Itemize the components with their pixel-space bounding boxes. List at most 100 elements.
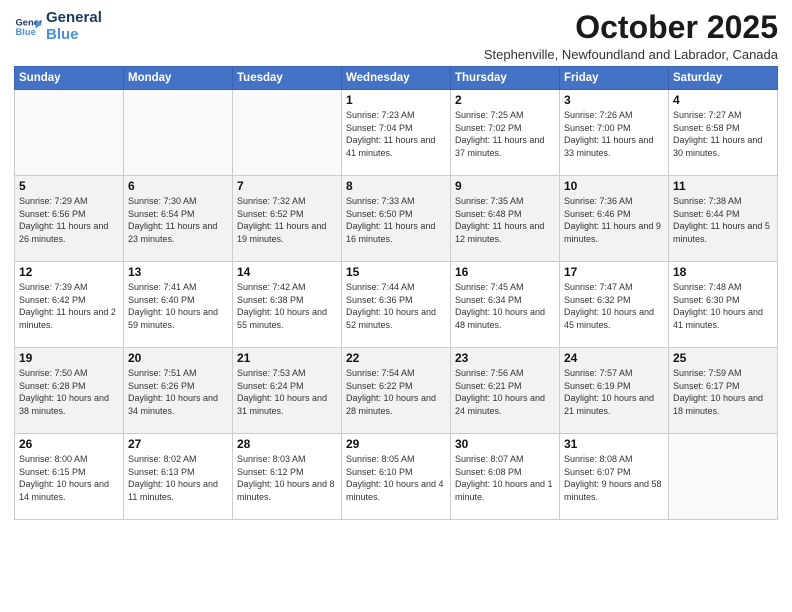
week-row-2: 5 Sunrise: 7:29 AM Sunset: 6:56 PM Daylig… bbox=[15, 176, 778, 262]
day-info: Sunrise: 7:41 AM Sunset: 6:40 PM Dayligh… bbox=[128, 281, 228, 331]
col-saturday: Saturday bbox=[669, 67, 778, 90]
day-info: Sunrise: 7:47 AM Sunset: 6:32 PM Dayligh… bbox=[564, 281, 664, 331]
day-number: 23 bbox=[455, 351, 555, 365]
col-monday: Monday bbox=[124, 67, 233, 90]
day-number: 10 bbox=[564, 179, 664, 193]
day-info: Sunrise: 7:23 AM Sunset: 7:04 PM Dayligh… bbox=[346, 109, 446, 159]
day-info: Sunrise: 7:57 AM Sunset: 6:19 PM Dayligh… bbox=[564, 367, 664, 417]
day-cell: 17 Sunrise: 7:47 AM Sunset: 6:32 PM Dayli… bbox=[560, 262, 669, 348]
subtitle: Stephenville, Newfoundland and Labrador,… bbox=[484, 47, 778, 62]
day-info: Sunrise: 8:00 AM Sunset: 6:15 PM Dayligh… bbox=[19, 453, 119, 503]
day-cell: 11 Sunrise: 7:38 AM Sunset: 6:44 PM Dayli… bbox=[669, 176, 778, 262]
day-info: Sunrise: 8:02 AM Sunset: 6:13 PM Dayligh… bbox=[128, 453, 228, 503]
svg-text:Blue: Blue bbox=[16, 26, 36, 36]
day-number: 3 bbox=[564, 93, 664, 107]
day-info: Sunrise: 7:27 AM Sunset: 6:58 PM Dayligh… bbox=[673, 109, 773, 159]
col-friday: Friday bbox=[560, 67, 669, 90]
day-number: 19 bbox=[19, 351, 119, 365]
week-row-1: 1 Sunrise: 7:23 AM Sunset: 7:04 PM Daylig… bbox=[15, 90, 778, 176]
day-cell: 31 Sunrise: 8:08 AM Sunset: 6:07 PM Dayli… bbox=[560, 434, 669, 520]
col-sunday: Sunday bbox=[15, 67, 124, 90]
day-info: Sunrise: 8:05 AM Sunset: 6:10 PM Dayligh… bbox=[346, 453, 446, 503]
day-cell bbox=[669, 434, 778, 520]
day-number: 12 bbox=[19, 265, 119, 279]
day-number: 20 bbox=[128, 351, 228, 365]
day-number: 16 bbox=[455, 265, 555, 279]
day-number: 8 bbox=[346, 179, 446, 193]
day-cell bbox=[15, 90, 124, 176]
day-cell: 3Sunrise: 7:26 AM Sunset: 7:00 PM Daylig… bbox=[560, 90, 669, 176]
day-cell: 24 Sunrise: 7:57 AM Sunset: 6:19 PM Dayli… bbox=[560, 348, 669, 434]
day-cell: 27 Sunrise: 8:02 AM Sunset: 6:13 PM Dayli… bbox=[124, 434, 233, 520]
day-info: Sunrise: 7:35 AM Sunset: 6:48 PM Dayligh… bbox=[455, 195, 555, 245]
day-number: 21 bbox=[237, 351, 337, 365]
day-number: 14 bbox=[237, 265, 337, 279]
day-cell: 19 Sunrise: 7:50 AM Sunset: 6:28 PM Dayli… bbox=[15, 348, 124, 434]
day-cell: 15 Sunrise: 7:44 AM Sunset: 6:36 PM Dayli… bbox=[342, 262, 451, 348]
day-info: Sunrise: 8:07 AM Sunset: 6:08 PM Dayligh… bbox=[455, 453, 555, 503]
logo-text: General Blue bbox=[46, 10, 102, 43]
day-cell: 10 Sunrise: 7:36 AM Sunset: 6:46 PM Dayli… bbox=[560, 176, 669, 262]
day-number: 18 bbox=[673, 265, 773, 279]
day-cell bbox=[124, 90, 233, 176]
day-number: 17 bbox=[564, 265, 664, 279]
day-info: Sunrise: 7:45 AM Sunset: 6:34 PM Dayligh… bbox=[455, 281, 555, 331]
day-info: Sunrise: 8:03 AM Sunset: 6:12 PM Dayligh… bbox=[237, 453, 337, 503]
day-cell: 29 Sunrise: 8:05 AM Sunset: 6:10 PM Dayli… bbox=[342, 434, 451, 520]
day-number: 5 bbox=[19, 179, 119, 193]
day-cell: 14 Sunrise: 7:42 AM Sunset: 6:38 PM Dayli… bbox=[233, 262, 342, 348]
day-number: 31 bbox=[564, 437, 664, 451]
day-cell: 18 Sunrise: 7:48 AM Sunset: 6:30 PM Dayli… bbox=[669, 262, 778, 348]
col-wednesday: Wednesday bbox=[342, 67, 451, 90]
day-cell: 7Sunrise: 7:32 AM Sunset: 6:52 PM Daylig… bbox=[233, 176, 342, 262]
day-cell: 21 Sunrise: 7:53 AM Sunset: 6:24 PM Dayli… bbox=[233, 348, 342, 434]
day-number: 13 bbox=[128, 265, 228, 279]
day-number: 15 bbox=[346, 265, 446, 279]
day-number: 26 bbox=[19, 437, 119, 451]
day-number: 29 bbox=[346, 437, 446, 451]
day-info: Sunrise: 7:29 AM Sunset: 6:56 PM Dayligh… bbox=[19, 195, 119, 245]
week-row-3: 12 Sunrise: 7:39 AM Sunset: 6:42 PM Dayli… bbox=[15, 262, 778, 348]
day-cell: 20Sunrise: 7:51 AM Sunset: 6:26 PM Dayli… bbox=[124, 348, 233, 434]
day-info: Sunrise: 7:50 AM Sunset: 6:28 PM Dayligh… bbox=[19, 367, 119, 417]
calendar: Sunday Monday Tuesday Wednesday Thursday… bbox=[14, 66, 778, 520]
day-cell: 30Sunrise: 8:07 AM Sunset: 6:08 PM Dayli… bbox=[451, 434, 560, 520]
title-block: October 2025 Stephenville, Newfoundland … bbox=[484, 10, 778, 62]
day-number: 22 bbox=[346, 351, 446, 365]
day-cell: 13 Sunrise: 7:41 AM Sunset: 6:40 PM Dayli… bbox=[124, 262, 233, 348]
day-info: Sunrise: 7:30 AM Sunset: 6:54 PM Dayligh… bbox=[128, 195, 228, 245]
day-number: 11 bbox=[673, 179, 773, 193]
col-tuesday: Tuesday bbox=[233, 67, 342, 90]
day-info: Sunrise: 7:59 AM Sunset: 6:17 PM Dayligh… bbox=[673, 367, 773, 417]
day-cell: 26 Sunrise: 8:00 AM Sunset: 6:15 PM Dayli… bbox=[15, 434, 124, 520]
day-cell bbox=[233, 90, 342, 176]
logo-icon: General Blue bbox=[14, 13, 42, 41]
day-cell: 22 Sunrise: 7:54 AM Sunset: 6:22 PM Dayli… bbox=[342, 348, 451, 434]
day-info: Sunrise: 7:32 AM Sunset: 6:52 PM Dayligh… bbox=[237, 195, 337, 245]
day-info: Sunrise: 7:39 AM Sunset: 6:42 PM Dayligh… bbox=[19, 281, 119, 331]
col-thursday: Thursday bbox=[451, 67, 560, 90]
day-number: 24 bbox=[564, 351, 664, 365]
day-cell: 4Sunrise: 7:27 AM Sunset: 6:58 PM Daylig… bbox=[669, 90, 778, 176]
day-info: Sunrise: 7:44 AM Sunset: 6:36 PM Dayligh… bbox=[346, 281, 446, 331]
day-info: Sunrise: 7:48 AM Sunset: 6:30 PM Dayligh… bbox=[673, 281, 773, 331]
calendar-header-row: Sunday Monday Tuesday Wednesday Thursday… bbox=[15, 67, 778, 90]
day-number: 27 bbox=[128, 437, 228, 451]
day-cell: 2Sunrise: 7:25 AM Sunset: 7:02 PM Daylig… bbox=[451, 90, 560, 176]
day-info: Sunrise: 8:08 AM Sunset: 6:07 PM Dayligh… bbox=[564, 453, 664, 503]
day-number: 9 bbox=[455, 179, 555, 193]
day-info: Sunrise: 7:36 AM Sunset: 6:46 PM Dayligh… bbox=[564, 195, 664, 245]
day-info: Sunrise: 7:38 AM Sunset: 6:44 PM Dayligh… bbox=[673, 195, 773, 245]
day-number: 1 bbox=[346, 93, 446, 107]
month-title: October 2025 bbox=[484, 10, 778, 45]
week-row-4: 19 Sunrise: 7:50 AM Sunset: 6:28 PM Dayli… bbox=[15, 348, 778, 434]
day-cell: 12 Sunrise: 7:39 AM Sunset: 6:42 PM Dayli… bbox=[15, 262, 124, 348]
day-info: Sunrise: 7:54 AM Sunset: 6:22 PM Dayligh… bbox=[346, 367, 446, 417]
day-number: 25 bbox=[673, 351, 773, 365]
day-info: Sunrise: 7:53 AM Sunset: 6:24 PM Dayligh… bbox=[237, 367, 337, 417]
logo: General Blue General Blue bbox=[14, 10, 102, 43]
day-number: 6 bbox=[128, 179, 228, 193]
day-info: Sunrise: 7:42 AM Sunset: 6:38 PM Dayligh… bbox=[237, 281, 337, 331]
day-cell: 6 Sunrise: 7:30 AM Sunset: 6:54 PM Daylig… bbox=[124, 176, 233, 262]
day-cell: 23Sunrise: 7:56 AM Sunset: 6:21 PM Dayli… bbox=[451, 348, 560, 434]
